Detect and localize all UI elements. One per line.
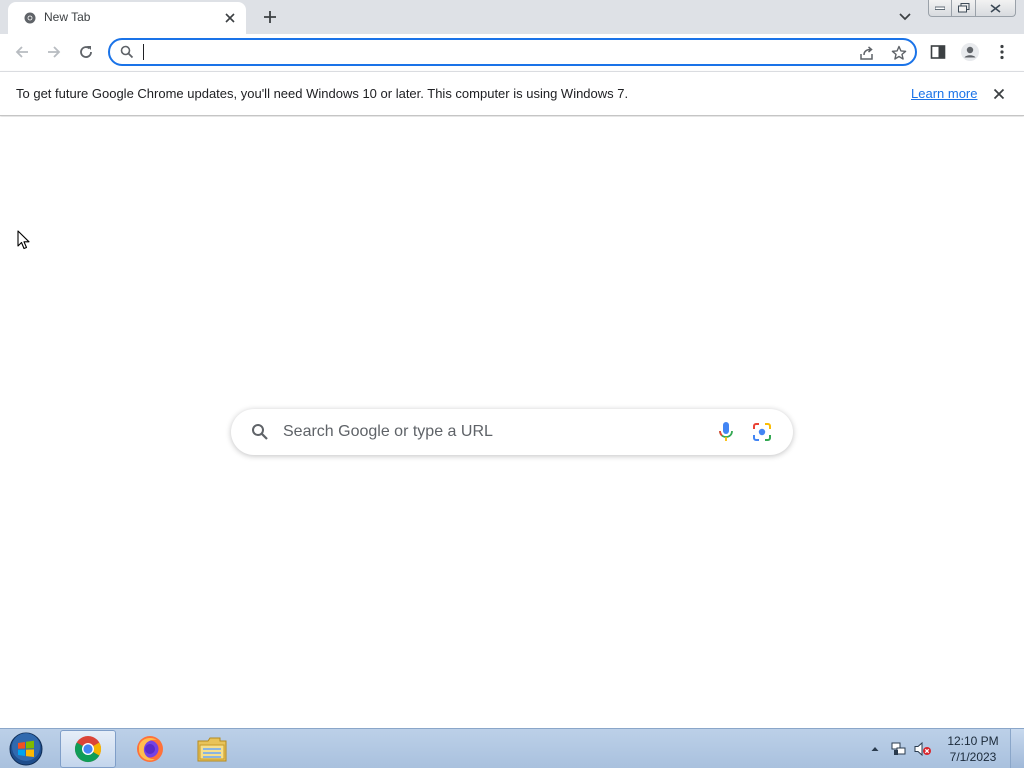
start-button[interactable] xyxy=(6,730,46,768)
learn-more-link[interactable]: Learn more xyxy=(911,86,977,101)
restore-button[interactable] xyxy=(952,0,976,17)
menu-kebab-icon[interactable] xyxy=(990,40,1014,64)
volume-muted-icon[interactable] xyxy=(914,740,932,758)
side-panel-icon[interactable] xyxy=(926,40,950,64)
address-bar[interactable] xyxy=(108,38,917,66)
chrome-icon xyxy=(74,736,102,763)
browser-toolbar xyxy=(0,34,1024,71)
search-icon xyxy=(120,45,134,59)
ntp-search-placeholder: Search Google or type a URL xyxy=(283,423,493,440)
address-input[interactable] xyxy=(142,42,842,62)
network-icon[interactable] xyxy=(890,740,908,758)
firefox-icon xyxy=(137,736,163,762)
voice-search-mic-icon[interactable] xyxy=(717,421,735,443)
bookmark-star-icon[interactable] xyxy=(890,44,908,62)
minimize-button[interactable] xyxy=(928,0,952,17)
show-desktop-button[interactable] xyxy=(1010,729,1024,768)
tab-strip: New Tab xyxy=(0,0,1024,34)
back-button[interactable] xyxy=(10,40,34,64)
close-window-button[interactable] xyxy=(976,0,1016,17)
ntp-search-box[interactable]: Search Google or type a URL xyxy=(231,409,793,455)
mouse-cursor-icon xyxy=(17,230,30,250)
new-tab-page: Search Google or type a URL xyxy=(0,117,1024,728)
clock-time: 12:10 PM xyxy=(947,734,999,748)
profile-avatar-icon[interactable] xyxy=(958,40,982,64)
infobar-message: To get future Google Chrome updates, you… xyxy=(16,86,629,101)
clock-date: 7/1/2023 xyxy=(949,750,997,764)
update-infobar: To get future Google Chrome updates, you… xyxy=(0,71,1024,116)
search-icon xyxy=(252,424,268,440)
system-tray xyxy=(866,737,932,761)
share-icon[interactable] xyxy=(858,44,876,62)
chrome-favicon-icon xyxy=(24,12,36,24)
tab-new-tab[interactable]: New Tab xyxy=(8,2,246,34)
forward-button[interactable] xyxy=(42,40,66,64)
tab-title: New Tab xyxy=(44,10,91,24)
taskbar-clock[interactable]: 12:10 PM 7/1/2023 xyxy=(940,733,1006,765)
windows-taskbar: 12:10 PM 7/1/2023 xyxy=(0,728,1024,768)
tab-close-icon[interactable] xyxy=(222,10,238,26)
google-lens-camera-icon[interactable] xyxy=(752,422,772,442)
tray-expand-arrow-icon[interactable] xyxy=(866,740,884,758)
new-tab-plus-icon[interactable] xyxy=(258,6,282,28)
windows-logo-icon xyxy=(9,732,43,766)
text-caret xyxy=(143,44,144,60)
reload-button[interactable] xyxy=(74,40,98,64)
tab-search-chevron-down-icon[interactable] xyxy=(894,6,916,28)
taskbar-file-explorer[interactable] xyxy=(184,730,240,768)
infobar-close-icon[interactable] xyxy=(990,85,1008,103)
window-controls xyxy=(928,0,1016,17)
taskbar-chrome[interactable] xyxy=(60,730,116,768)
folder-icon xyxy=(197,737,227,762)
taskbar-firefox[interactable] xyxy=(122,730,178,768)
